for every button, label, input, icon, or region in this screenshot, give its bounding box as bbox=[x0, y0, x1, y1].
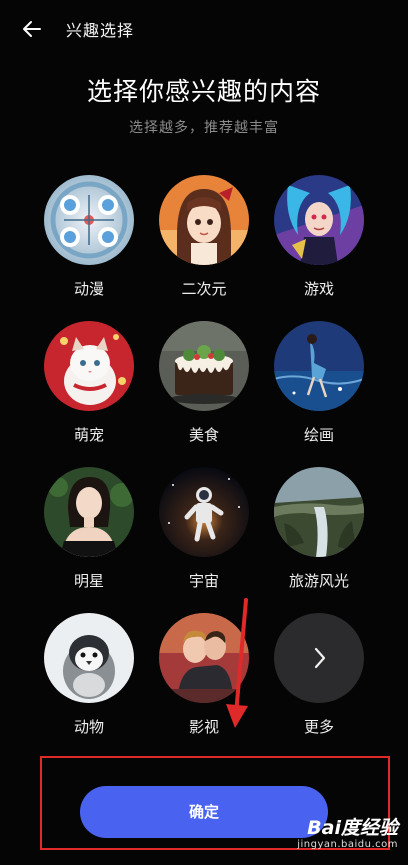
animals-thumbnail bbox=[44, 613, 134, 703]
watermark-logo-text: Bai度经验 bbox=[307, 817, 398, 839]
painting-thumbnail bbox=[274, 321, 364, 411]
travel-thumbnail bbox=[274, 467, 364, 557]
interest-item-painting[interactable]: 绘画 bbox=[264, 321, 374, 461]
more-circle bbox=[274, 613, 364, 703]
interest-item-universe[interactable]: 宇宙 bbox=[149, 467, 259, 607]
interest-label: 绘画 bbox=[303, 426, 334, 444]
annotation-arrow bbox=[226, 598, 248, 728]
celebrity-thumbnail bbox=[44, 467, 134, 557]
pets-thumbnail bbox=[44, 321, 134, 411]
interest-item-games[interactable]: 游戏 bbox=[264, 175, 374, 315]
interest-label: 美食 bbox=[188, 426, 219, 444]
interest-item-food[interactable]: 美食 bbox=[149, 321, 259, 461]
interest-item-travel[interactable]: 旅游风光 bbox=[264, 467, 374, 607]
food-thumbnail bbox=[159, 321, 249, 411]
interest-label: 动物 bbox=[73, 718, 104, 736]
interest-item-pets[interactable]: 萌宠 bbox=[34, 321, 144, 461]
interest-label: 宇宙 bbox=[188, 572, 219, 590]
anime-thumbnail bbox=[44, 175, 134, 265]
interest-selection-screen: 兴趣选择 选择你感兴趣的内容 选择越多，推荐越丰富 动漫 二次元 游戏 萌宠 美… bbox=[0, 0, 408, 865]
interest-label: 明星 bbox=[73, 572, 104, 590]
interest-label: 萌宠 bbox=[73, 426, 104, 444]
2d-thumbnail bbox=[159, 175, 249, 265]
interest-item-animals[interactable]: 动物 bbox=[34, 613, 144, 753]
interest-label: 游戏 bbox=[303, 280, 334, 298]
interest-label: 二次元 bbox=[181, 280, 227, 298]
interest-label: 更多 bbox=[303, 718, 334, 736]
interest-item-more[interactable]: 更多 bbox=[264, 613, 374, 753]
chevron-right-icon bbox=[314, 647, 326, 669]
interest-item-celebrity[interactable]: 明星 bbox=[34, 467, 144, 607]
interest-item-anime[interactable]: 动漫 bbox=[34, 175, 144, 315]
interest-item-2d[interactable]: 二次元 bbox=[149, 175, 259, 315]
interest-label: 动漫 bbox=[73, 280, 104, 298]
games-thumbnail bbox=[274, 175, 364, 265]
interest-grid: 动漫 二次元 游戏 萌宠 美食 绘画 明星 宇宙 旅游风光 动物 影视 更多 bbox=[0, 0, 408, 760]
universe-thumbnail bbox=[159, 467, 249, 557]
watermark-url: jingyan.baidu.com bbox=[297, 839, 398, 850]
interest-label: 旅游风光 bbox=[288, 572, 349, 590]
baidu-watermark: Bai度经验 jingyan.baidu.com bbox=[290, 807, 402, 857]
